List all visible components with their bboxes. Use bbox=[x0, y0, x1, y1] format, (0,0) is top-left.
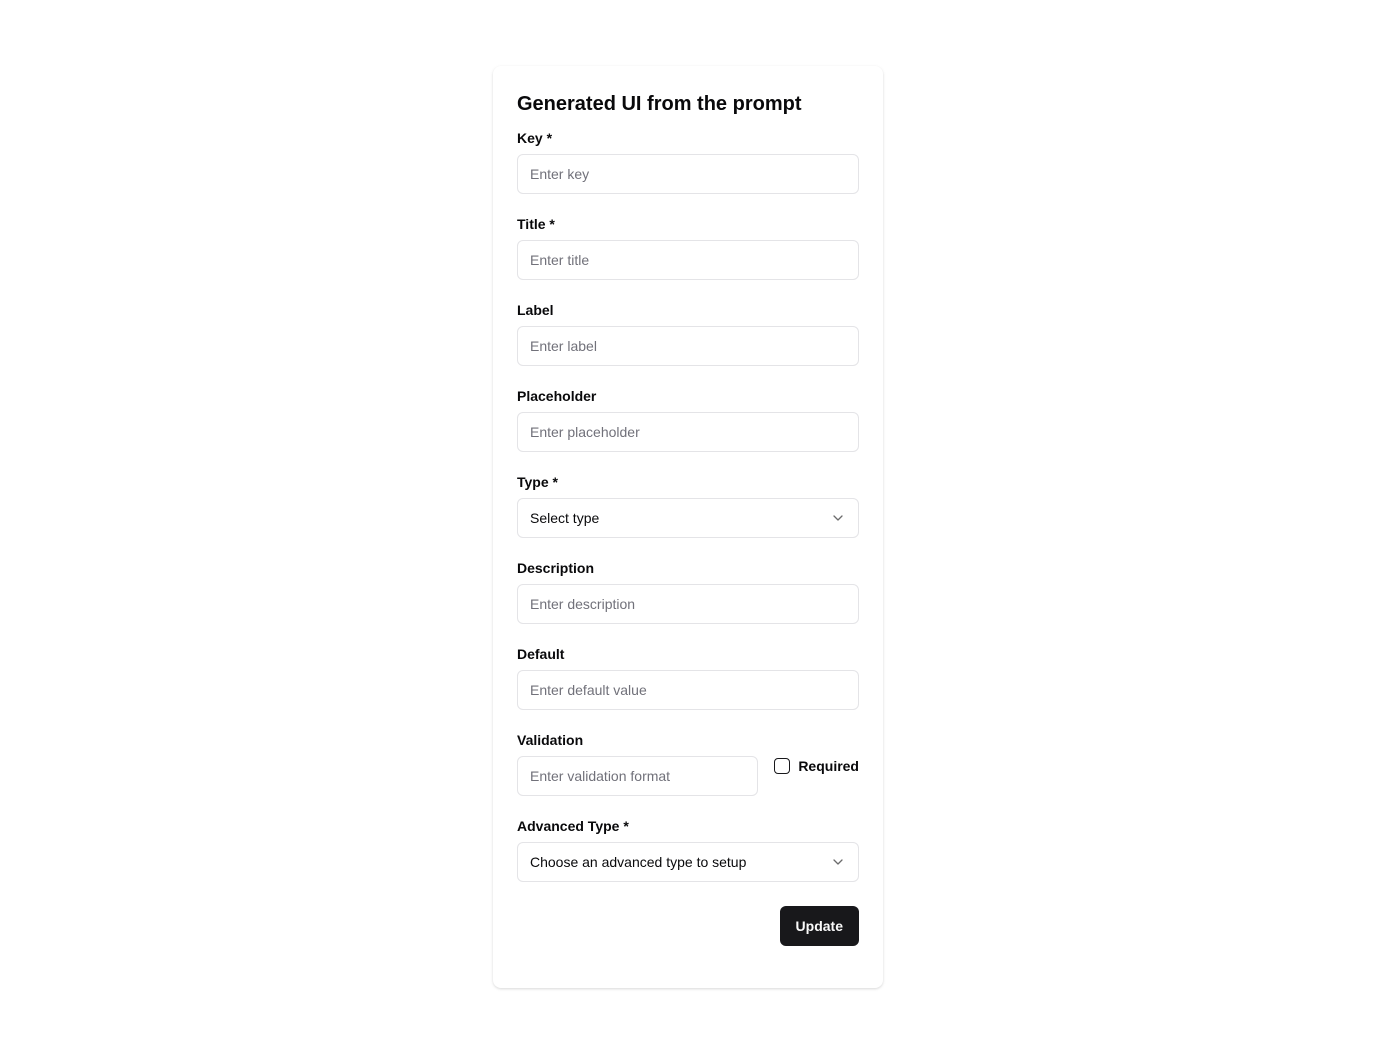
form-actions: Update bbox=[517, 906, 859, 946]
default-field-group: Default bbox=[517, 644, 859, 710]
placeholder-field-group: Placeholder bbox=[517, 386, 859, 452]
type-label: Type * bbox=[517, 474, 558, 490]
description-label: Description bbox=[517, 560, 595, 576]
key-input[interactable] bbox=[517, 154, 859, 194]
label-field-group: Label bbox=[517, 300, 859, 366]
validation-input[interactable] bbox=[517, 756, 759, 796]
validation-label: Validation bbox=[517, 732, 584, 748]
type-field-group: Type * Select type bbox=[517, 472, 859, 538]
label-label: Label bbox=[517, 302, 554, 318]
required-label: Required bbox=[798, 758, 859, 774]
validation-row: Required bbox=[517, 756, 859, 796]
key-label: Key * bbox=[517, 130, 553, 146]
type-select[interactable]: Select type bbox=[517, 498, 859, 538]
validation-field-group: Validation Required bbox=[517, 730, 859, 796]
form-card: Generated UI from the prompt Key * Title… bbox=[493, 66, 883, 988]
advanced-type-select-value: Choose an advanced type to setup bbox=[530, 854, 747, 870]
advanced-type-select[interactable]: Choose an advanced type to setup bbox=[517, 842, 859, 882]
advanced-type-field-group: Advanced Type * Choose an advanced type … bbox=[517, 816, 859, 882]
key-field-group: Key * bbox=[517, 128, 859, 194]
advanced-type-label: Advanced Type * bbox=[517, 818, 629, 834]
title-field-group: Title * bbox=[517, 214, 859, 280]
placeholder-label: Placeholder bbox=[517, 388, 597, 404]
title-label: Title * bbox=[517, 216, 555, 232]
chevron-down-icon bbox=[830, 510, 846, 526]
required-toggle[interactable]: Required bbox=[774, 756, 859, 776]
placeholder-input[interactable] bbox=[517, 412, 859, 452]
form-title: Generated UI from the prompt bbox=[517, 93, 802, 115]
description-input[interactable] bbox=[517, 584, 859, 624]
default-label: Default bbox=[517, 646, 565, 662]
chevron-down-icon bbox=[830, 854, 846, 870]
description-field-group: Description bbox=[517, 558, 859, 624]
required-checkbox[interactable] bbox=[774, 758, 791, 774]
update-button[interactable]: Update bbox=[779, 906, 859, 946]
title-input[interactable] bbox=[517, 240, 859, 280]
default-input[interactable] bbox=[517, 670, 859, 710]
type-select-value: Select type bbox=[530, 510, 600, 526]
label-input[interactable] bbox=[517, 326, 859, 366]
